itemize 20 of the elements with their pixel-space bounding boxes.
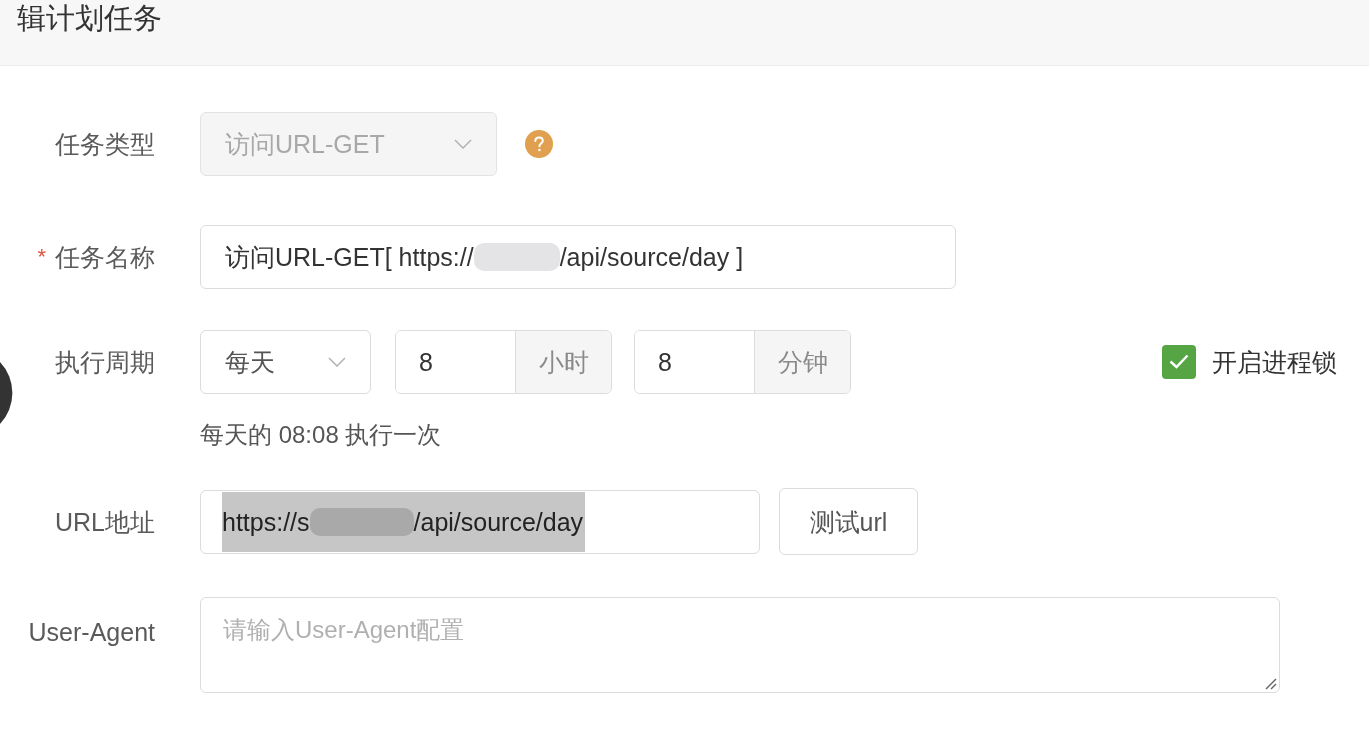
resize-handle-icon[interactable]: [1265, 678, 1277, 690]
dialog-title: 辑计划任务: [17, 1, 162, 36]
field-label: User-Agent: [28, 617, 155, 647]
checkbox-label: 开启进程锁: [1212, 346, 1337, 377]
checkmark-icon: [1169, 354, 1189, 369]
field-label: 任务名称: [55, 242, 155, 272]
blur-mask-icon: [309, 507, 414, 536]
chevron-down-icon: [328, 356, 346, 367]
checkbox[interactable]: [1162, 344, 1196, 379]
task-name-input[interactable]: 访问URL-GET[ https:// /api/source/day ]: [200, 225, 956, 289]
url-input[interactable]: https://s /api/source/day: [200, 489, 760, 554]
chevron-down-icon: [454, 139, 472, 149]
blur-mask-icon: [473, 243, 560, 271]
dropdown-select[interactable]: 每天: [200, 329, 371, 394]
schedule-hint: 每天的 08:08 执行一次: [200, 420, 442, 450]
field-label: URL地址: [55, 506, 155, 537]
test-url-button[interactable]: 测试url: [779, 488, 918, 555]
field-label: 任务类型: [55, 129, 155, 159]
field-label: 执行周期: [55, 346, 155, 377]
required-asterisk: *: [37, 243, 46, 271]
